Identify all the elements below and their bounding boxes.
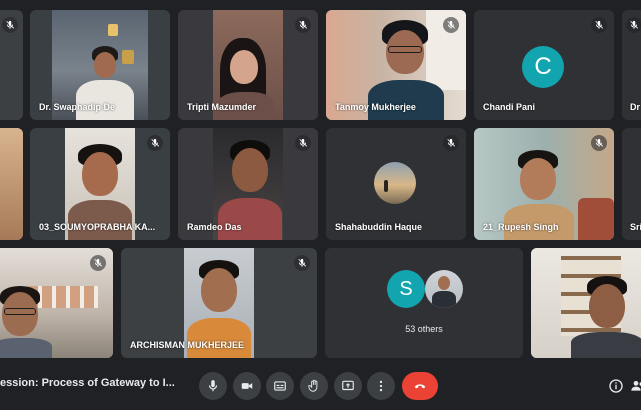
participant-name: ARCHISMAN MUKHERJEE [130,340,245,350]
mic-icon [208,380,218,392]
present-icon [342,380,354,391]
person-head [94,52,116,78]
person-head [520,158,556,200]
avatar [425,270,463,308]
participant-name: Tanmoy Mukherjee [335,102,416,112]
muted-mic-icon [443,17,459,33]
participant-grid: Dr. Swaphadip De Tripti Mazumder Tanmoy … [0,0,641,366]
avatar-figure-body [432,291,456,308]
participant-name: Chandi Pani [483,102,536,112]
present-button[interactable] [334,372,362,400]
participant-tile-rupesh[interactable]: 21_Rupesh Singh [474,128,614,240]
info-icon [609,379,623,393]
participant-tile-edge-left-1[interactable] [0,10,23,120]
muted-mic-icon [295,135,311,151]
participant-tile-shahabuddin[interactable]: Shahabuddin Haque [326,128,466,240]
raise-hand-icon [308,379,318,392]
eyeglasses [4,308,36,315]
room-object [578,198,614,240]
person-torso [68,200,132,240]
meeting-title: ession: Process of Gateway to I... [0,377,175,389]
person-head [230,50,258,84]
participant-tile-chandi[interactable]: C Chandi Pani [474,10,614,120]
participant-tile-edge-right-2[interactable]: Sri [622,128,641,240]
muted-mic-icon [591,17,607,33]
camera-button[interactable] [233,372,261,400]
avatar: C [522,46,564,88]
avatar-figure-head [438,276,450,290]
avatar [374,162,416,204]
participant-name: Dr [630,102,641,112]
participant-name: Dr. Swaphadip De [39,102,116,112]
muted-mic-icon [294,255,310,271]
participant-tile-tanmoy[interactable]: Tanmoy Mukherjee [326,10,466,120]
person-head [201,268,237,312]
end-call-button[interactable] [402,372,438,400]
muted-mic-icon [90,255,106,271]
participant-tile-self-view[interactable] [531,248,641,358]
participant-name: Shahabuddin Haque [335,222,423,232]
wall-decor [122,50,134,64]
meeting-toolbar: ession: Process of Gateway to I... [0,366,641,410]
more-options-icon [379,380,383,392]
camera-icon [241,383,253,389]
captions-icon [274,381,286,391]
participant-tile-edge-left-2[interactable] [0,128,23,240]
captions-button[interactable] [266,372,294,400]
muted-mic-icon [2,17,18,33]
mic-button[interactable] [199,372,227,400]
info-button[interactable] [604,374,628,398]
participant-name: Tripti Mazumder [187,102,257,112]
participant-tile-swaphadip[interactable]: Dr. Swaphadip De [30,10,170,120]
muted-mic-icon [626,17,641,33]
others-count: 53 others [405,324,443,334]
wall-decor [108,24,118,36]
participant-tile-row3-left[interactable] [0,248,113,358]
person-head [232,148,268,192]
end-call-icon [414,384,426,389]
person-head [82,152,118,196]
participant-tile-tripti[interactable]: Tripti Mazumder [178,10,318,120]
participant-tile-soumyoprabha[interactable]: 03_SOUMYOPRABHA KA... [30,128,170,240]
participant-name: 21_Rupesh Singh [483,222,559,232]
muted-mic-icon [443,135,459,151]
participant-tile-ramdeo[interactable]: Ramdeo Das [178,128,318,240]
participant-name: 03_SOUMYOPRABHA KA... [39,222,156,232]
people-button[interactable] [626,374,641,398]
participant-tile-archisman[interactable]: ARCHISMAN MUKHERJEE [121,248,317,358]
eyeglasses [388,46,422,53]
video-feed [0,128,23,240]
muted-mic-icon [591,135,607,151]
muted-mic-icon [295,17,311,33]
avatar: S [387,270,425,308]
raise-hand-button[interactable] [300,372,328,400]
person-torso [0,338,52,358]
participant-name: Sri [630,222,641,232]
people-icon [631,381,641,391]
person-torso [571,332,641,358]
participant-name: Ramdeo Das [187,222,242,232]
person-torso [187,318,251,358]
avatar-figure [384,180,388,192]
others-tile[interactable]: S 53 others [325,248,523,358]
person-head [589,284,625,328]
participant-tile-edge-right-1[interactable]: Dr [622,10,641,120]
person-torso [218,198,282,240]
muted-mic-icon [147,135,163,151]
more-options-button[interactable] [367,372,395,400]
person-torso [76,80,134,120]
person-torso [368,80,444,120]
